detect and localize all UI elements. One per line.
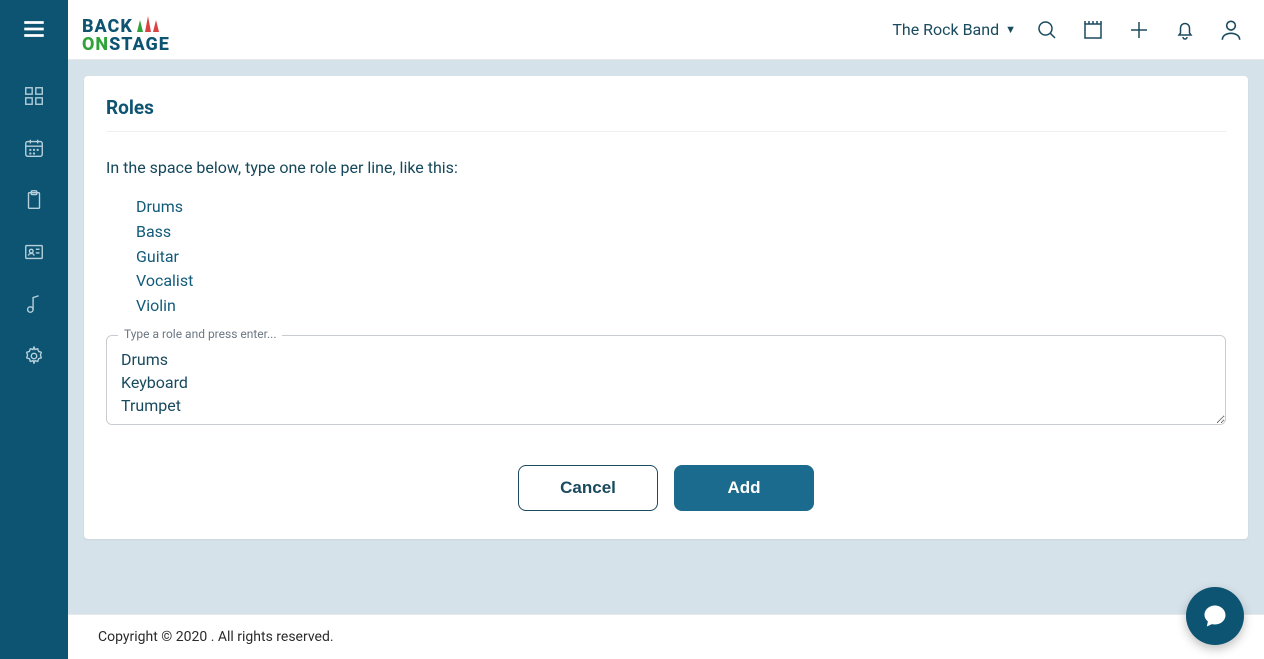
- notifications-button[interactable]: [1172, 17, 1198, 43]
- roles-textarea[interactable]: [106, 335, 1226, 425]
- id-card-icon: [23, 241, 45, 263]
- sidebar-item-music[interactable]: [22, 292, 46, 316]
- example-role: Violin: [136, 294, 1226, 319]
- roles-input-label: Type a role and press enter...: [118, 327, 282, 341]
- calendar-icon: [23, 137, 45, 159]
- sidebar-item-settings[interactable]: [22, 344, 46, 368]
- band-name-label: The Rock Band: [892, 20, 999, 39]
- bell-icon: [1173, 18, 1197, 42]
- sidebar-item-calendar[interactable]: [22, 136, 46, 160]
- example-role: Drums: [136, 195, 1226, 220]
- band-selector-dropdown[interactable]: The Rock Band ▼: [892, 20, 1016, 39]
- sidebar-item-contacts[interactable]: [22, 240, 46, 264]
- card-title: Roles: [106, 96, 1226, 132]
- profile-button[interactable]: [1218, 17, 1244, 43]
- search-button[interactable]: [1034, 17, 1060, 43]
- header: BACK ONSTAGE The Rock Band ▼: [68, 0, 1264, 60]
- band-silhouette-icon: [133, 6, 163, 36]
- cancel-button[interactable]: Cancel: [518, 465, 658, 511]
- search-icon: [1035, 18, 1059, 42]
- music-note-icon: [23, 293, 45, 315]
- menu-toggle[interactable]: [19, 14, 49, 44]
- chevron-down-icon: ▼: [1005, 23, 1016, 36]
- clipboard-icon: [23, 189, 45, 211]
- sidebar-item-dashboard[interactable]: [22, 84, 46, 108]
- chat-icon: [1201, 602, 1229, 630]
- logo[interactable]: BACK ONSTAGE: [82, 6, 170, 54]
- copyright-text: Copyright © 2020 . All rights reserved.: [98, 629, 334, 645]
- sidebar: [0, 0, 68, 659]
- add-button[interactable]: Add: [674, 465, 814, 511]
- logo-text-on: ON: [82, 36, 109, 54]
- instruction-text: In the space below, type one role per li…: [106, 158, 1226, 177]
- hamburger-icon: [21, 16, 47, 42]
- logo-text-stage: STAGE: [109, 36, 170, 54]
- logo-text-back: BACK: [82, 18, 133, 36]
- grid-icon: [23, 85, 45, 107]
- user-icon: [1218, 17, 1244, 43]
- example-roles-list: Drums Bass Guitar Vocalist Violin: [136, 195, 1226, 319]
- chat-widget-button[interactable]: [1186, 587, 1244, 645]
- example-role: Guitar: [136, 245, 1226, 270]
- footer: Copyright © 2020 . All rights reserved.: [68, 614, 1264, 659]
- add-button[interactable]: [1126, 17, 1152, 43]
- calendar-tear-icon: [1081, 18, 1105, 42]
- gear-icon: [23, 345, 45, 367]
- plus-icon: [1127, 18, 1151, 42]
- example-role: Vocalist: [136, 269, 1226, 294]
- roles-card: Roles In the space below, type one role …: [84, 76, 1248, 539]
- calendar-button[interactable]: [1080, 17, 1106, 43]
- example-role: Bass: [136, 220, 1226, 245]
- sidebar-item-clipboard[interactable]: [22, 188, 46, 212]
